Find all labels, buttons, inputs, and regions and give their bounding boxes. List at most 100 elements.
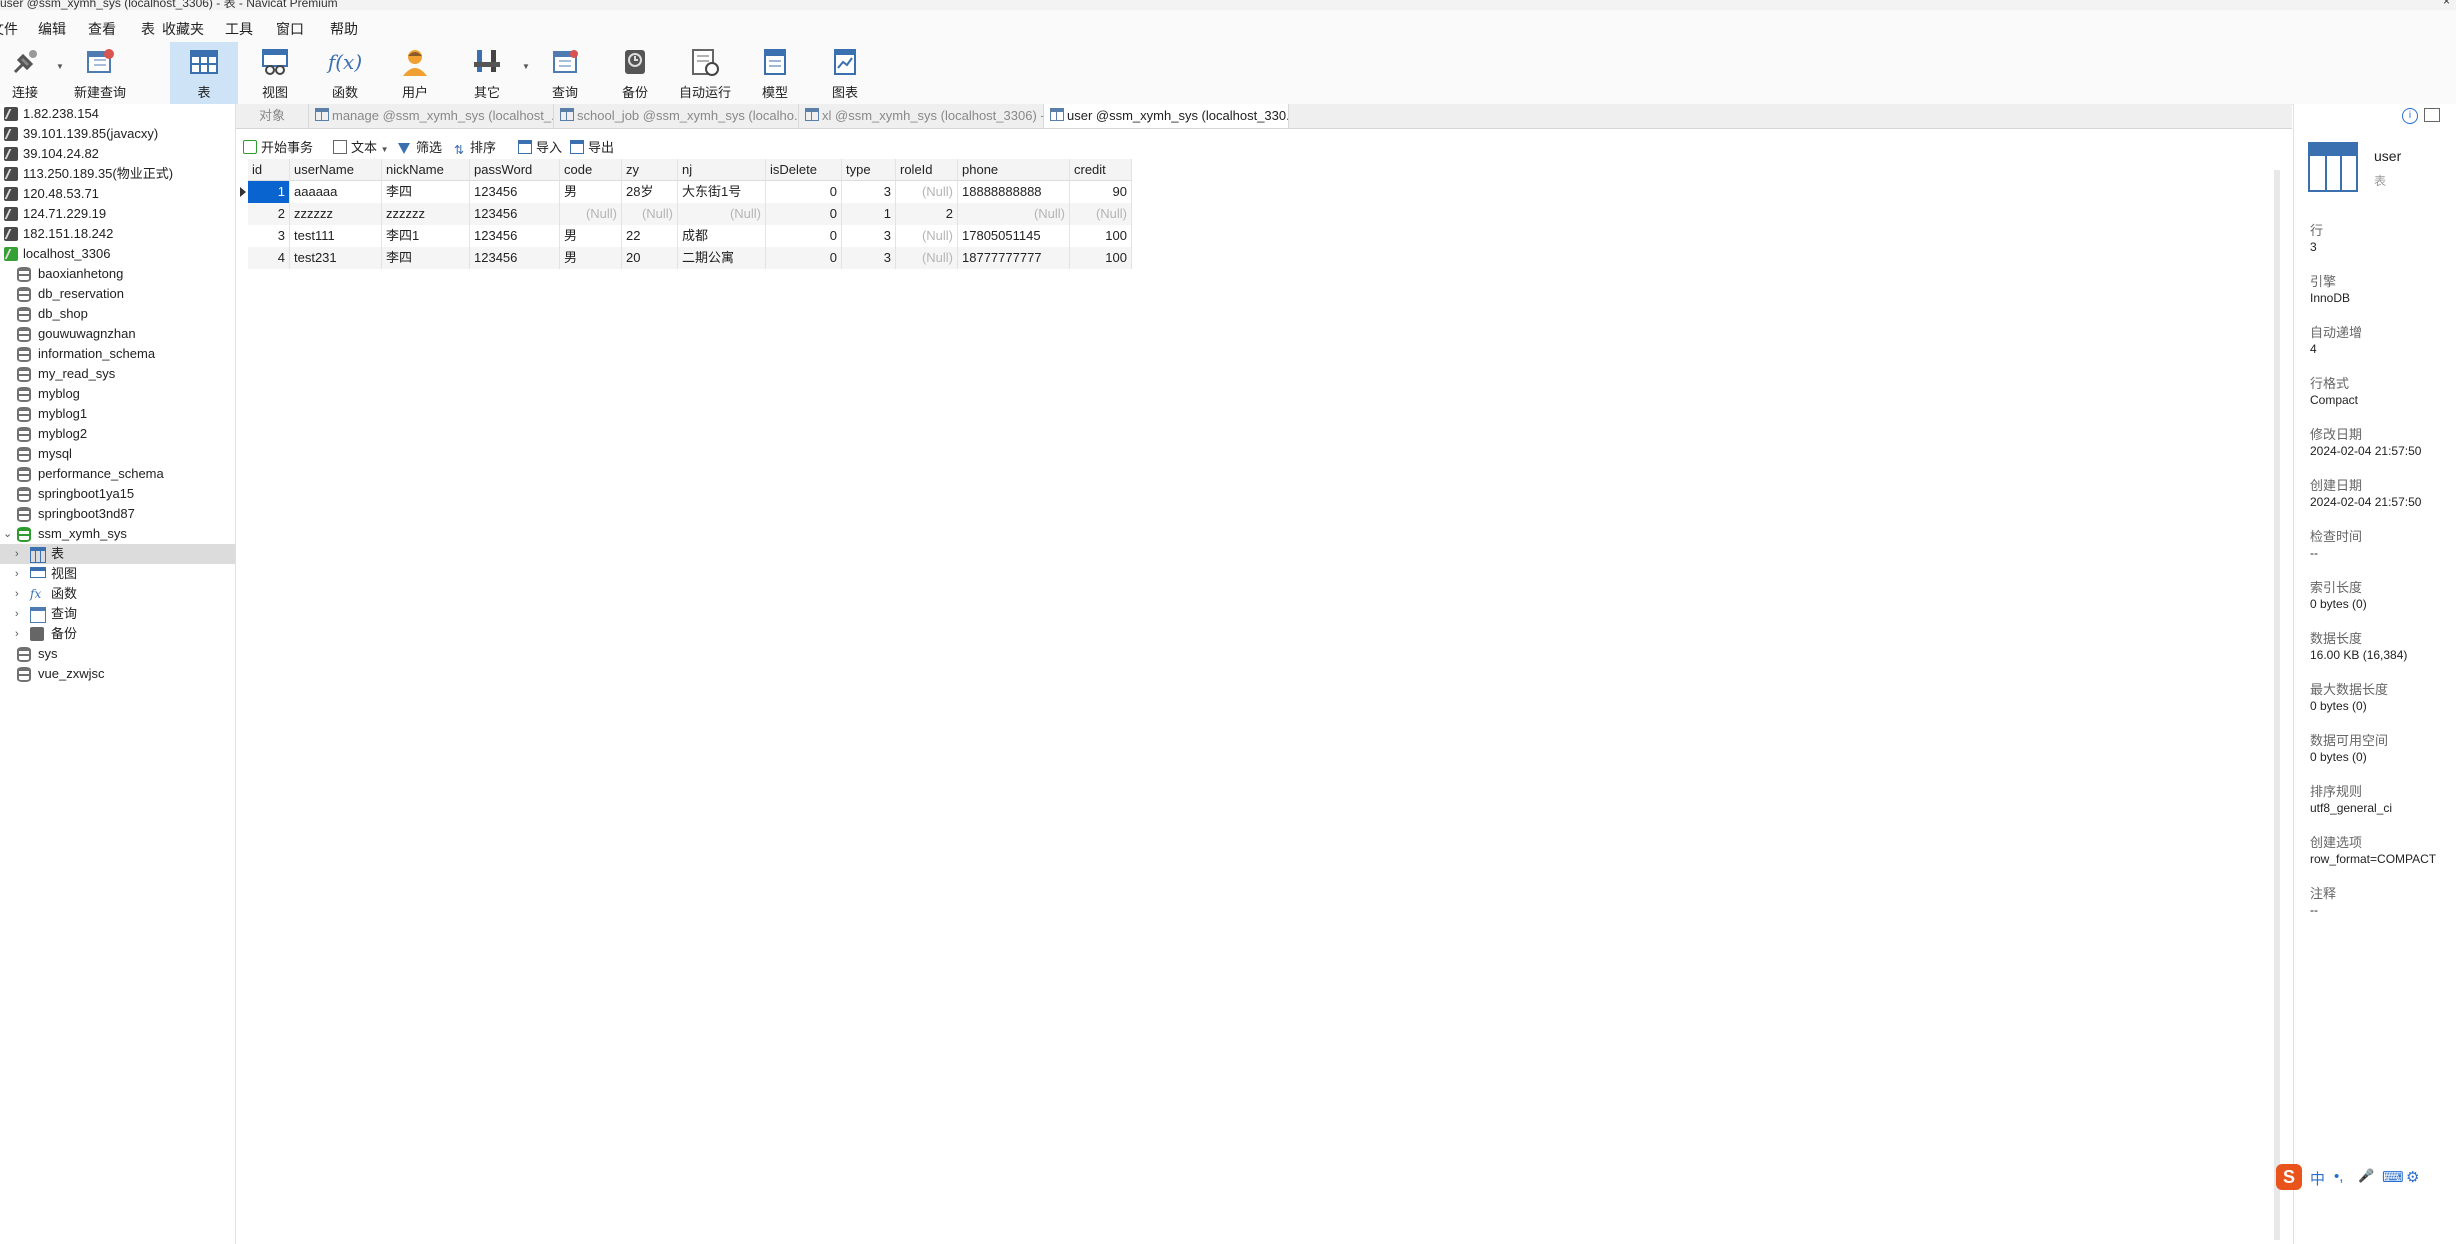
toolbar-new-query-button[interactable]: 新建查询 <box>70 42 130 104</box>
filter-button[interactable]: 筛选 <box>398 137 442 156</box>
tree-item-views[interactable]: › 视图 <box>0 564 235 584</box>
tab-school-job[interactable]: school_job @ssm_xymh_sys (localho... <box>554 104 799 128</box>
grid-cell[interactable]: 20 <box>622 247 678 269</box>
tree-database[interactable]: myblog <box>0 384 235 404</box>
toolbar-autorun-button[interactable]: 自动运行 <box>672 42 738 104</box>
grid-cell[interactable]: 0 <box>766 247 842 269</box>
text-button[interactable]: 文本 ▼ <box>333 137 389 156</box>
grid-cell[interactable]: 李四1 <box>382 225 470 247</box>
grid-cell[interactable]: 90 <box>1070 181 1132 203</box>
tree-database[interactable]: sys <box>0 644 235 664</box>
grid-cell[interactable]: 大东街1号 <box>678 181 766 203</box>
grid-cell[interactable]: (Null) <box>896 247 958 269</box>
tree-database[interactable]: db_shop <box>0 304 235 324</box>
menu-table[interactable]: 表 <box>141 19 155 39</box>
grid-cell[interactable]: 3 <box>842 225 896 247</box>
grid-cell[interactable]: aaaaaa <box>290 181 382 203</box>
column-header[interactable]: code <box>560 159 622 181</box>
chevron-down-icon[interactable]: ⌄ <box>3 524 12 544</box>
chevron-right-icon[interactable]: › <box>15 604 19 624</box>
grid-cell[interactable]: 0 <box>766 203 842 225</box>
chevron-right-icon[interactable]: › <box>15 584 19 604</box>
grid-cell[interactable]: 2 <box>896 203 958 225</box>
grid-cell[interactable]: 123456 <box>470 181 560 203</box>
grid-cell[interactable]: zzzzzz <box>290 203 382 225</box>
column-header[interactable]: zy <box>622 159 678 181</box>
microphone-icon[interactable]: 🎤 <box>2358 1168 2374 1184</box>
settings-icon[interactable]: ⚙ <box>2406 1168 2419 1186</box>
grid-cell[interactable]: (Null) <box>560 203 622 225</box>
grid-cell[interactable]: 0 <box>766 181 842 203</box>
chevron-right-icon[interactable]: › <box>15 624 19 644</box>
grid-cell[interactable]: (Null) <box>896 225 958 247</box>
grid-cell[interactable]: 0 <box>766 225 842 247</box>
tree-connection[interactable]: 120.48.53.71 <box>0 184 235 204</box>
keyboard-icon[interactable]: ⌨ <box>2382 1168 2404 1186</box>
grid-cell[interactable]: 28岁 <box>622 181 678 203</box>
ddl-icon[interactable] <box>2424 108 2440 122</box>
chevron-right-icon[interactable]: › <box>15 564 19 584</box>
grid-cell[interactable]: 18888888888 <box>958 181 1070 203</box>
grid-cell[interactable]: 成都 <box>678 225 766 247</box>
info-icon[interactable]: i <box>2402 108 2418 124</box>
grid-cell[interactable]: 2 <box>248 203 290 225</box>
grid-cell[interactable]: test111 <box>290 225 382 247</box>
tree-database[interactable]: db_reservation <box>0 284 235 304</box>
grid-cell[interactable]: 17805051145 <box>958 225 1070 247</box>
toolbar-backup-button[interactable]: 备份 <box>604 42 666 104</box>
menu-tools[interactable]: 工具 <box>225 19 253 39</box>
tree-database[interactable]: myblog2 <box>0 424 235 444</box>
tree-database[interactable]: mysql <box>0 444 235 464</box>
tree-database[interactable]: myblog1 <box>0 404 235 424</box>
grid-cell[interactable]: 1 <box>248 181 290 203</box>
grid-cell[interactable]: 李四 <box>382 181 470 203</box>
menu-file[interactable]: 文件 <box>0 19 18 39</box>
column-header[interactable]: type <box>842 159 896 181</box>
tree-item-functions[interactable]: › fx 函数 <box>0 584 235 604</box>
column-header[interactable]: roleId <box>896 159 958 181</box>
grid-cell[interactable]: test231 <box>290 247 382 269</box>
grid-cell[interactable]: (Null) <box>958 203 1070 225</box>
tree-item-tables[interactable]: › 表 <box>0 544 235 564</box>
toolbar-function-button[interactable]: f(x) 函数 <box>314 42 376 104</box>
grid-cell[interactable]: (Null) <box>622 203 678 225</box>
menu-window[interactable]: 窗口 <box>276 19 304 39</box>
import-button[interactable]: 导入 <box>518 137 562 156</box>
grid-cell[interactable]: (Null) <box>678 203 766 225</box>
menu-favorites[interactable]: 收藏夹 <box>162 19 204 39</box>
tree-connection[interactable]: 124.71.229.19 <box>0 204 235 224</box>
menu-view[interactable]: 查看 <box>88 19 116 39</box>
column-header[interactable]: credit <box>1070 159 1132 181</box>
tree-connection[interactable]: 113.250.189.35(物业正式) <box>0 164 235 184</box>
tree-database[interactable]: baoxianhetong <box>0 264 235 284</box>
tab-objects[interactable]: 对象 <box>236 104 309 128</box>
tree-database-open[interactable]: ⌄ ssm_xymh_sys <box>0 524 235 544</box>
begin-transaction-button[interactable]: 开始事务 <box>243 137 313 156</box>
grid-cell[interactable]: 123456 <box>470 247 560 269</box>
grid-cell[interactable]: 22 <box>622 225 678 247</box>
tab-xl[interactable]: xl @ssm_xymh_sys (localhost_3306) -... <box>799 104 1044 128</box>
tree-connection[interactable]: 182.151.18.242 <box>0 224 235 244</box>
tab-manage[interactable]: manage @ssm_xymh_sys (localhost_... <box>309 104 554 128</box>
grid-cell[interactable]: (Null) <box>1070 203 1132 225</box>
tree-database[interactable]: performance_schema <box>0 464 235 484</box>
grid-cell[interactable]: 3 <box>248 225 290 247</box>
menu-edit[interactable]: 编辑 <box>38 19 66 39</box>
toolbar-connect-button[interactable]: ▼ 连接 <box>0 42 64 104</box>
tree-connection[interactable]: 39.101.139.85(javacxy) <box>0 124 235 144</box>
chevron-right-icon[interactable]: › <box>15 544 19 564</box>
vertical-scrollbar[interactable] <box>2274 170 2280 1240</box>
grid-cell[interactable]: 100 <box>1070 247 1132 269</box>
grid-cell[interactable]: 男 <box>560 181 622 203</box>
grid-cell[interactable]: 李四 <box>382 247 470 269</box>
tree-database[interactable]: vue_zxwjsc <box>0 664 235 684</box>
toolbar-other-button[interactable]: ▼ 其它 <box>456 42 530 104</box>
export-button[interactable]: 导出 <box>570 137 614 156</box>
grid-cell[interactable]: 100 <box>1070 225 1132 247</box>
toolbar-query-button[interactable]: 查询 <box>534 42 596 104</box>
grid-cell[interactable]: 3 <box>842 181 896 203</box>
ime-toolbar[interactable]: S 中 •, 🎤 ⌨ ⚙ <box>2276 1160 2456 1194</box>
ime-chinese-mode[interactable]: 中 <box>2310 1168 2325 1189</box>
toolbar-user-button[interactable]: 用户 <box>384 42 446 104</box>
menu-help[interactable]: 帮助 <box>330 19 358 39</box>
